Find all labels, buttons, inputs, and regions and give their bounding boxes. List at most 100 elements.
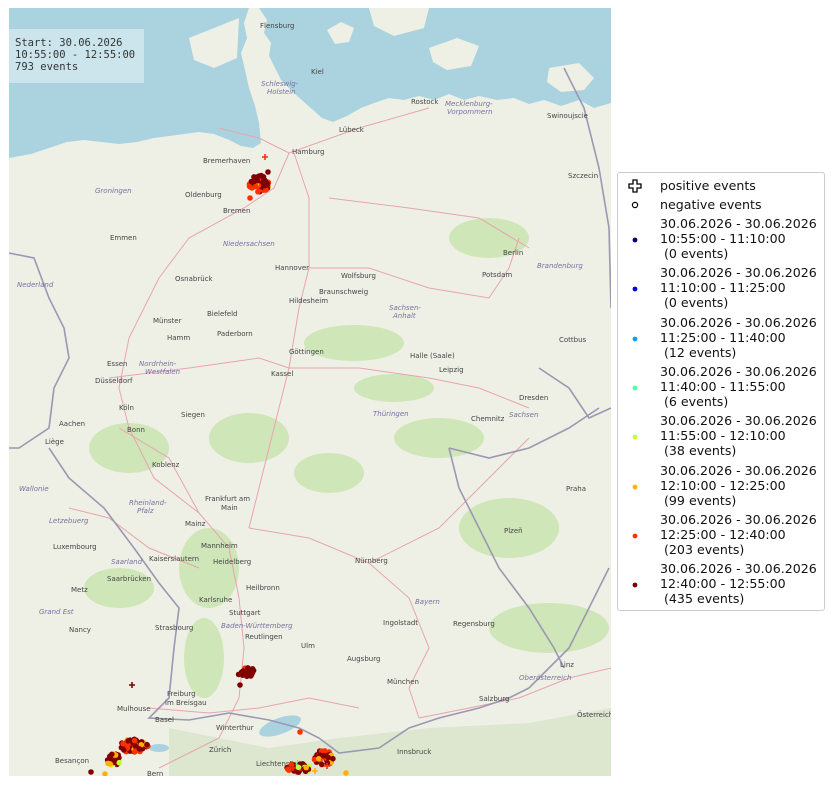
svg-text:Kassel: Kassel xyxy=(271,370,293,378)
event-dot xyxy=(136,746,143,752)
svg-text:Thüringen: Thüringen xyxy=(373,410,409,418)
legend-bin-line2: 11:25:00 - 11:40:00 xyxy=(660,329,786,345)
svg-text:Reutlingen: Reutlingen xyxy=(245,633,283,641)
svg-text:Zürich: Zürich xyxy=(209,746,231,754)
svg-text:Ingolstadt: Ingolstadt xyxy=(383,619,418,627)
svg-text:Saarland: Saarland xyxy=(111,558,143,566)
legend-bin-0: 30.06.2026 - 30.06.2026 10:55:00 - 11:10:… xyxy=(618,216,824,264)
svg-text:Cottbus: Cottbus xyxy=(559,336,587,344)
svg-text:Mecklenburg-: Mecklenburg- xyxy=(445,100,493,108)
legend-bin-line3: (6 events) xyxy=(660,393,729,409)
svg-text:Liège: Liège xyxy=(45,438,64,446)
event-dot xyxy=(295,764,302,771)
svg-text:Saarbrücken: Saarbrücken xyxy=(107,575,151,583)
event-dot xyxy=(315,756,322,762)
event-dot xyxy=(343,770,349,776)
svg-text:Oldenburg: Oldenburg xyxy=(185,191,222,199)
svg-text:Halle (Saale): Halle (Saale) xyxy=(410,352,455,360)
circle-marker-icon xyxy=(631,201,639,209)
svg-text:Main: Main xyxy=(221,504,238,512)
event-dot xyxy=(319,761,325,768)
legend-bin-line2: 12:40:00 - 12:55:00 xyxy=(660,576,786,592)
event-dot xyxy=(265,169,271,175)
legend-bin-line3: (203 events) xyxy=(660,541,745,557)
svg-text:Braunschweig: Braunschweig xyxy=(319,288,368,296)
svg-text:Köln: Köln xyxy=(119,404,134,412)
svg-text:Hamburg: Hamburg xyxy=(292,148,324,156)
svg-text:Flensburg: Flensburg xyxy=(260,22,294,30)
legend-bin-line1: 30.06.2026 - 30.06.2026 xyxy=(660,216,817,231)
svg-text:Hannover: Hannover xyxy=(275,264,309,272)
svg-text:Regensburg: Regensburg xyxy=(453,620,495,628)
legend-bin-line2: 12:25:00 - 12:40:00 xyxy=(660,526,786,542)
svg-text:Besançon: Besançon xyxy=(55,757,89,765)
legend-bin-line3: (0 events) xyxy=(660,246,729,261)
legend-bin-2: 30.06.2026 - 30.06.2026 11:25:00 - 11:40:… xyxy=(618,315,824,363)
info-time-range: 10:55:00 - 12:55:00 xyxy=(15,49,136,61)
svg-text:Linz: Linz xyxy=(560,661,574,669)
svg-text:Praha: Praha xyxy=(566,485,586,493)
svg-text:Stuttgart: Stuttgart xyxy=(229,609,261,617)
dot-marker-icon xyxy=(632,286,638,292)
svg-text:Grand Est: Grand Est xyxy=(39,608,74,616)
legend-bin-line2: 12:10:00 - 12:25:00 xyxy=(660,477,786,493)
svg-text:Potsdam: Potsdam xyxy=(482,271,512,279)
legend-positive-label: positive events xyxy=(660,178,756,193)
svg-text:Innsbruck: Innsbruck xyxy=(397,748,432,756)
svg-text:Frankfurt am: Frankfurt am xyxy=(205,495,250,503)
svg-text:Bonn: Bonn xyxy=(127,426,145,434)
svg-text:Siegen: Siegen xyxy=(181,411,205,419)
svg-text:Kiel: Kiel xyxy=(311,68,324,76)
legend-negative-label: negative events xyxy=(660,197,762,212)
dot-marker-icon xyxy=(632,533,638,539)
svg-text:Bremerhaven: Bremerhaven xyxy=(203,157,250,165)
svg-text:Leipzig: Leipzig xyxy=(439,366,464,374)
event-dot xyxy=(237,682,243,688)
legend-bin-line3: (12 events) xyxy=(660,344,737,360)
dot-marker-icon xyxy=(632,484,638,489)
event-dot xyxy=(245,665,251,671)
svg-text:Winterthur: Winterthur xyxy=(216,724,254,732)
svg-text:Sachsen-: Sachsen- xyxy=(389,304,421,312)
svg-text:im Breisgau: im Breisgau xyxy=(165,699,207,707)
info-start: Start: 30.06.2026 xyxy=(15,37,123,49)
svg-text:Holstein: Holstein xyxy=(267,88,296,96)
legend-bin-line3: (99 events) xyxy=(660,492,737,508)
svg-text:Ulm: Ulm xyxy=(301,642,315,650)
svg-text:Szczecin: Szczecin xyxy=(568,172,598,180)
svg-text:Westfalen: Westfalen xyxy=(145,368,180,376)
legend-bin-line3: (0 events) xyxy=(660,295,729,311)
legend-bin-line2: 11:40:00 - 11:55:00 xyxy=(660,378,786,394)
svg-text:Bern: Bern xyxy=(147,770,163,776)
plus-marker-icon xyxy=(628,179,642,193)
dot-marker-icon xyxy=(632,336,638,341)
svg-text:Rheinland-: Rheinland- xyxy=(129,499,167,507)
svg-text:Göttingen: Göttingen xyxy=(289,348,324,356)
svg-text:Mainz: Mainz xyxy=(185,520,206,528)
svg-text:Lübeck: Lübeck xyxy=(339,126,365,134)
svg-text:Wolfsburg: Wolfsburg xyxy=(341,272,376,280)
svg-text:Baden-Württemberg: Baden-Württemberg xyxy=(221,622,293,630)
legend-bin-line2: 10:55:00 - 11:10:00 xyxy=(660,231,786,246)
event-dot xyxy=(105,760,111,767)
legend-bin-line3: (38 events) xyxy=(660,443,737,459)
svg-text:Dresden: Dresden xyxy=(519,394,548,402)
legend-bin-3: 30.06.2026 - 30.06.2026 11:40:00 - 11:55:… xyxy=(618,364,824,412)
svg-text:Emmen: Emmen xyxy=(110,234,137,242)
svg-text:Berlin: Berlin xyxy=(503,249,523,257)
svg-text:Metz: Metz xyxy=(71,586,88,594)
event-dot xyxy=(116,759,123,766)
svg-text:Nancy: Nancy xyxy=(69,626,91,634)
legend-bin-5: 30.06.2026 - 30.06.2026 12:10:00 - 12:25:… xyxy=(618,463,824,511)
svg-text:Nordrhein-: Nordrhein- xyxy=(139,360,177,368)
svg-text:Schleswig-: Schleswig- xyxy=(261,80,299,88)
event-dot xyxy=(121,747,127,753)
svg-text:Niedersachsen: Niedersachsen xyxy=(223,240,275,248)
dot-marker-icon xyxy=(632,434,638,440)
svg-text:Heilbronn: Heilbronn xyxy=(246,584,280,592)
svg-text:Osnabrück: Osnabrück xyxy=(175,275,213,283)
svg-text:Nederland: Nederland xyxy=(17,281,54,289)
legend-bin-line2: 11:55:00 - 12:10:00 xyxy=(660,428,786,444)
map-view[interactable]: Flensburg Kiel Schleswig- Holstein Rosto… xyxy=(9,8,611,776)
svg-text:Letzebuerg: Letzebuerg xyxy=(49,517,89,525)
